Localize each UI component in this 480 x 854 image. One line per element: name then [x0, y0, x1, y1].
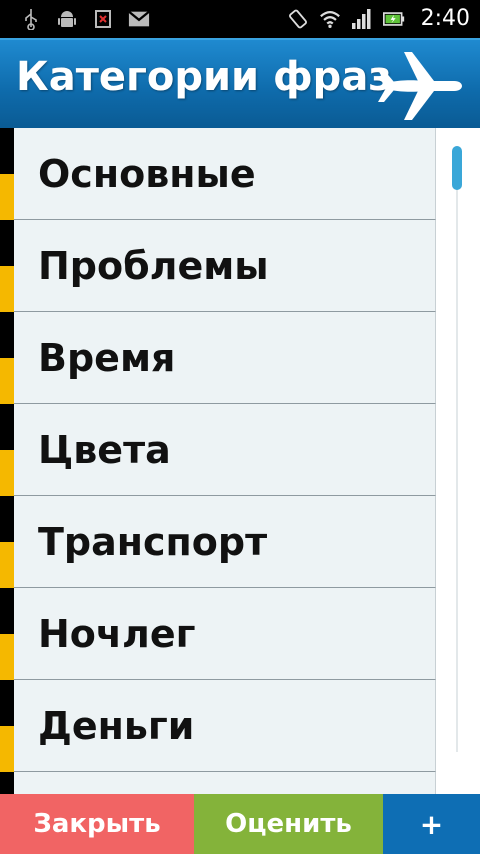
list-item-label: Цвета	[38, 428, 171, 472]
bottom-button-bar: Закрыть Оценить +	[0, 794, 480, 854]
clock: 2:40	[420, 6, 470, 31]
list-item[interactable]: Цвета	[14, 404, 436, 496]
scrollbar-thumb[interactable]	[452, 146, 462, 190]
add-button[interactable]: +	[383, 794, 480, 854]
notification-icons	[20, 8, 150, 30]
list-item[interactable]: Время	[14, 312, 436, 404]
list-item[interactable]: Проблемы	[14, 220, 436, 312]
scrollbar-track[interactable]	[456, 146, 458, 752]
gmail-icon	[128, 8, 150, 30]
list-item[interactable]: Транспорт	[14, 496, 436, 588]
airplane-icon	[374, 48, 464, 124]
status-bar: 2:40	[0, 0, 480, 38]
list-item-label: Транспорт	[38, 520, 268, 564]
battery-charging-icon	[382, 8, 405, 30]
usb-icon	[20, 8, 42, 30]
no-sim-icon	[92, 8, 114, 30]
close-button[interactable]: Закрыть	[0, 794, 194, 854]
screen: 2:40 Категории фраз Основные Проблемы Вр…	[0, 0, 480, 854]
screen-rotate-icon	[287, 8, 309, 30]
list-item[interactable]: Деньги	[14, 680, 436, 772]
app-header: Категории фраз	[0, 38, 480, 128]
wifi-icon	[319, 8, 341, 30]
page-title: Категории фраз	[16, 54, 392, 100]
rate-button[interactable]: Оценить	[194, 794, 383, 854]
system-icons: 2:40	[287, 6, 470, 31]
android-debug-icon	[56, 8, 78, 30]
list-item-label: Основные	[38, 152, 256, 196]
list-item[interactable]: Основные	[14, 128, 436, 220]
list-item[interactable]	[14, 772, 436, 794]
list-item-label: Ночлег	[38, 612, 196, 656]
list-item-label: Время	[38, 336, 176, 380]
decorative-strip	[0, 128, 14, 794]
list-item[interactable]: Ночлег	[14, 588, 436, 680]
list-item-label: Деньги	[38, 704, 195, 748]
signal-icon	[351, 8, 373, 30]
list-item-label: Проблемы	[38, 244, 269, 288]
category-list[interactable]: Основные Проблемы Время Цвета Транспорт …	[14, 128, 436, 794]
